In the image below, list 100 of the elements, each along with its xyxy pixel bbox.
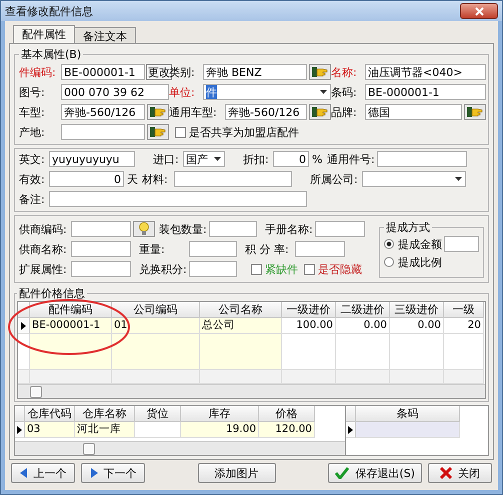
radio-option[interactable]: 提成比例 [384, 254, 442, 270]
text-field[interactable]: BE-000001-1 [365, 84, 486, 100]
radio-button[interactable] [384, 257, 394, 267]
field-label: 通用件号: [327, 152, 376, 166]
save-exit-button[interactable]: 保存退出(S) [328, 463, 422, 483]
lookup-field[interactable]: 奔驰-560/126 [61, 104, 145, 120]
lookup-button[interactable] [309, 64, 331, 80]
cross-icon [440, 467, 452, 479]
table-cell: 河北一库 [75, 422, 135, 438]
column-header[interactable]: 一级进价 [282, 302, 336, 318]
checkbox-option[interactable]: 是否隐藏 [304, 262, 362, 276]
row-header[interactable] [346, 422, 356, 438]
text-field[interactable] [377, 151, 467, 167]
lookup-field[interactable] [71, 221, 131, 237]
row-header[interactable] [18, 318, 30, 334]
right-arrow-icon [90, 468, 98, 478]
text-field[interactable] [315, 221, 365, 237]
text-field[interactable] [189, 261, 237, 277]
lookup-button[interactable] [147, 104, 169, 120]
column-header[interactable]: 货位 [135, 406, 181, 422]
text-field[interactable]: BE-000001-1 [61, 64, 145, 80]
text-field[interactable] [444, 236, 479, 252]
table-cell: 0.00 [336, 318, 390, 334]
table-cell [444, 370, 484, 384]
lookup-field[interactable]: 德国 [365, 104, 462, 120]
radio-option[interactable]: 提成金额 [384, 236, 442, 252]
lookup-field[interactable]: 奔驰 BENZ [203, 64, 307, 80]
pointing-hand-icon [467, 106, 483, 118]
column-header[interactable]: 库存 [181, 406, 259, 422]
lookup-button[interactable] [147, 124, 169, 140]
column-header[interactable]: 公司名称 [200, 302, 282, 318]
field-label: 装包数量: [159, 222, 208, 236]
lookup-field[interactable]: 奔驰-560/126 [225, 104, 307, 120]
field-label: 折扣: [243, 152, 270, 166]
text-field[interactable]: 0 [273, 151, 309, 167]
text-field[interactable] [174, 171, 292, 187]
column-header[interactable]: 二级进价 [336, 302, 390, 318]
field-label: 有效: [19, 172, 46, 186]
field-label: 车型: [19, 104, 46, 120]
text-field[interactable] [71, 241, 131, 257]
table-cell: 01 [112, 318, 200, 334]
add-image-button[interactable]: 添加图片 [198, 463, 276, 483]
caret-icon [455, 177, 462, 181]
text-field[interactable]: 000 070 39 62 [61, 84, 169, 100]
column-header[interactable]: 一级 [444, 302, 484, 318]
column-header[interactable]: 配件编码 [30, 302, 112, 318]
lookup-field[interactable] [61, 124, 145, 140]
field-label: 备注: [19, 192, 46, 206]
field-label: 英文: [19, 152, 46, 166]
field-label: 积 分 率: [245, 242, 290, 256]
field-label: 供商名称: [19, 242, 68, 256]
column-header[interactable]: 仓库代码 [25, 406, 75, 422]
field-label: 图号: [19, 84, 46, 100]
dropdown-field[interactable]: 件 [203, 84, 331, 100]
field-label: 供商编码: [19, 222, 68, 236]
table-cell: BE-000001-1 [30, 318, 112, 334]
table-cell: 总公司 [200, 318, 282, 334]
column-header[interactable]: 公司编码 [112, 302, 200, 318]
table-cell [18, 370, 30, 384]
tab[interactable]: 配件属性 [13, 25, 75, 43]
field-label: 手册名称: [265, 222, 314, 236]
column-header[interactable]: 三级进价 [390, 302, 444, 318]
field-label: 所属公司: [310, 172, 359, 186]
close-button[interactable] [460, 3, 498, 19]
tab[interactable]: 备注文本 [74, 27, 136, 43]
text-field[interactable] [189, 241, 237, 257]
previous-button[interactable]: 上一个 [11, 463, 75, 483]
horizontal-scrollbar[interactable] [15, 441, 345, 455]
group-title: 提成方式 [384, 220, 432, 235]
column-header[interactable]: 条码 [356, 406, 460, 422]
group-title: 配件价格信息 [17, 286, 87, 301]
text-field[interactable] [49, 191, 307, 207]
lookup-button[interactable] [309, 104, 331, 120]
text-field[interactable]: 油压调节器<040> [365, 64, 486, 80]
checkbox[interactable] [175, 126, 186, 138]
column-header[interactable]: 仓库名称 [75, 406, 135, 422]
row-header[interactable] [15, 422, 25, 438]
caret-icon [214, 157, 221, 161]
text-field[interactable]: 0 [49, 171, 124, 187]
unit-label: 天 [127, 172, 138, 186]
lookup-button[interactable] [133, 221, 155, 237]
text-field[interactable] [71, 261, 131, 277]
checkbox[interactable] [251, 264, 262, 274]
field-label: 通用车型: [169, 104, 218, 120]
table-cell: 03 [25, 422, 75, 438]
horizontal-scrollbar[interactable] [18, 384, 485, 398]
dropdown-field[interactable] [362, 171, 466, 187]
next-button[interactable]: 下一个 [81, 463, 145, 483]
unit-label: % [312, 152, 322, 166]
field-label: 材料: [142, 172, 169, 186]
field-label: 兑换积分: [139, 262, 188, 276]
text-field[interactable] [295, 241, 345, 257]
lookup-button[interactable] [464, 104, 486, 120]
checkbox[interactable] [304, 264, 315, 274]
radio-button[interactable] [384, 239, 394, 249]
dropdown-field[interactable]: 国产 [183, 151, 225, 167]
column-header[interactable]: 价格 [259, 406, 315, 422]
close-button[interactable]: 关闭 [428, 463, 492, 483]
text-field[interactable]: yuyuyuyuyu [49, 151, 135, 167]
text-field[interactable] [209, 221, 257, 237]
